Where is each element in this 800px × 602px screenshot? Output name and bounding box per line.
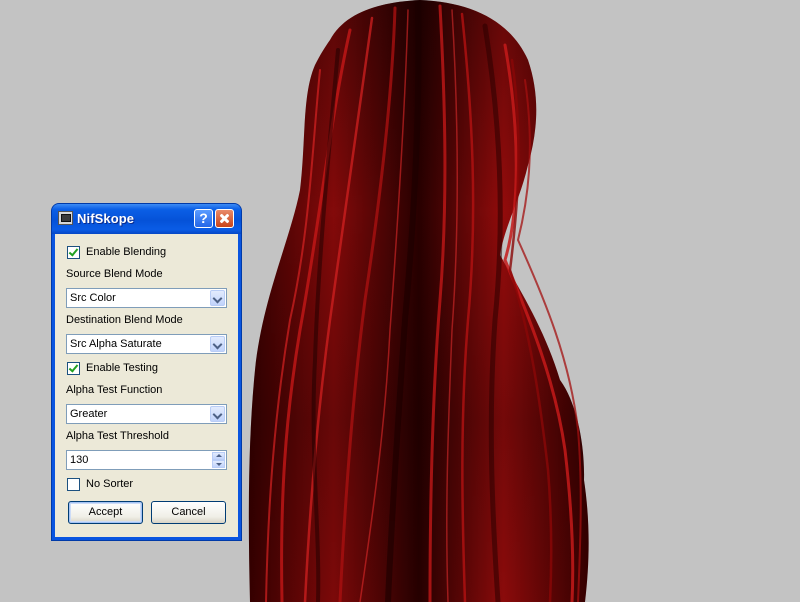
source-blend-mode-select[interactable]: Src Color	[66, 288, 227, 308]
destination-blend-mode-value: Src Alpha Saturate	[70, 338, 162, 350]
dialog-titlebar[interactable]: NifSkope ?	[52, 204, 241, 234]
dialog-title: NifSkope	[77, 211, 135, 226]
spin-down-icon[interactable]	[212, 460, 225, 468]
alpha-test-threshold-spinbox[interactable]: 130	[66, 450, 227, 470]
destination-blend-mode-label: Destination Blend Mode	[66, 314, 183, 326]
enable-blending-label: Enable Blending	[86, 246, 167, 258]
chevron-down-icon[interactable]	[210, 406, 225, 422]
accept-button[interactable]: Accept	[68, 501, 143, 524]
alpha-test-threshold-label: Alpha Test Threshold	[66, 430, 169, 442]
alpha-test-function-label: Alpha Test Function	[66, 384, 163, 396]
enable-blending-check-box[interactable]	[67, 246, 80, 259]
close-button[interactable]	[215, 209, 234, 228]
alpha-test-threshold-value[interactable]: 130	[70, 454, 88, 466]
chevron-down-icon[interactable]	[210, 336, 225, 352]
blend-settings-dialog: NifSkope ? Enable Blending Source Blend …	[52, 204, 241, 540]
nifskope-app-icon	[58, 211, 73, 225]
chevron-down-icon[interactable]	[210, 290, 225, 306]
destination-blend-mode-select[interactable]: Src Alpha Saturate	[66, 334, 227, 354]
help-button[interactable]: ?	[194, 209, 213, 228]
cancel-button[interactable]: Cancel	[151, 501, 226, 524]
source-blend-mode-value: Src Color	[70, 292, 116, 304]
source-blend-mode-label: Source Blend Mode	[66, 268, 163, 280]
no-sorter-check-box[interactable]	[67, 478, 80, 491]
enable-testing-check-box[interactable]	[67, 362, 80, 375]
alpha-test-function-select[interactable]: Greater	[66, 404, 227, 424]
dialog-body: Enable Blending Source Blend Mode Src Co…	[55, 234, 238, 537]
alpha-test-function-value: Greater	[70, 408, 108, 420]
enable-testing-label: Enable Testing	[86, 362, 158, 374]
no-sorter-label: No Sorter	[86, 478, 134, 490]
spin-up-icon[interactable]	[212, 452, 225, 460]
spin-arrows	[212, 452, 225, 468]
